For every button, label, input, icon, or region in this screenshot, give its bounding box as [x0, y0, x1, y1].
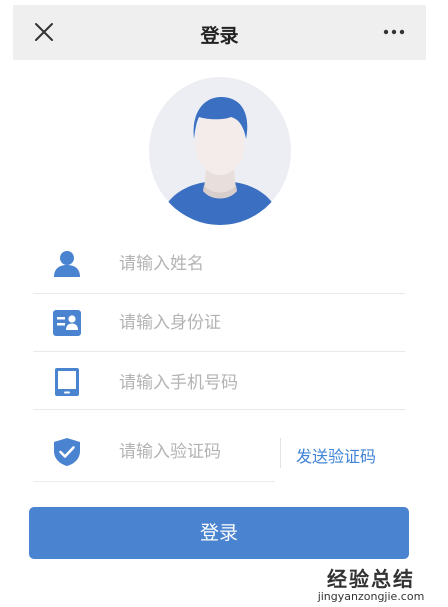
watermark: 经验总结 jingyanzongjie.com: [306, 563, 436, 603]
send-code-button[interactable]: 发送验证码: [296, 443, 376, 467]
phone-icon: [55, 368, 79, 396]
user-avatar: [149, 77, 291, 225]
id-card-row: [33, 294, 405, 352]
name-input[interactable]: [119, 254, 279, 274]
watermark-url: jingyanzongjie.com: [317, 590, 425, 603]
navigation-bar: 登录: [13, 5, 426, 60]
id-card-icon: [53, 310, 81, 336]
phone-row: [33, 352, 405, 410]
verification-code-input[interactable]: [119, 442, 279, 462]
avatar-illustration: [159, 97, 281, 225]
name-row: [33, 236, 405, 294]
watermark-text: 经验总结: [327, 567, 415, 591]
verification-code-row: [33, 409, 279, 482]
vertical-divider: [280, 438, 281, 468]
phone-input[interactable]: [119, 373, 279, 393]
person-icon: [54, 251, 80, 277]
login-button[interactable]: 登录: [29, 507, 409, 559]
id-card-input[interactable]: [119, 313, 279, 333]
shield-check-icon: [54, 438, 80, 466]
page-title: 登录: [200, 25, 239, 47]
more-icon[interactable]: [382, 28, 406, 36]
